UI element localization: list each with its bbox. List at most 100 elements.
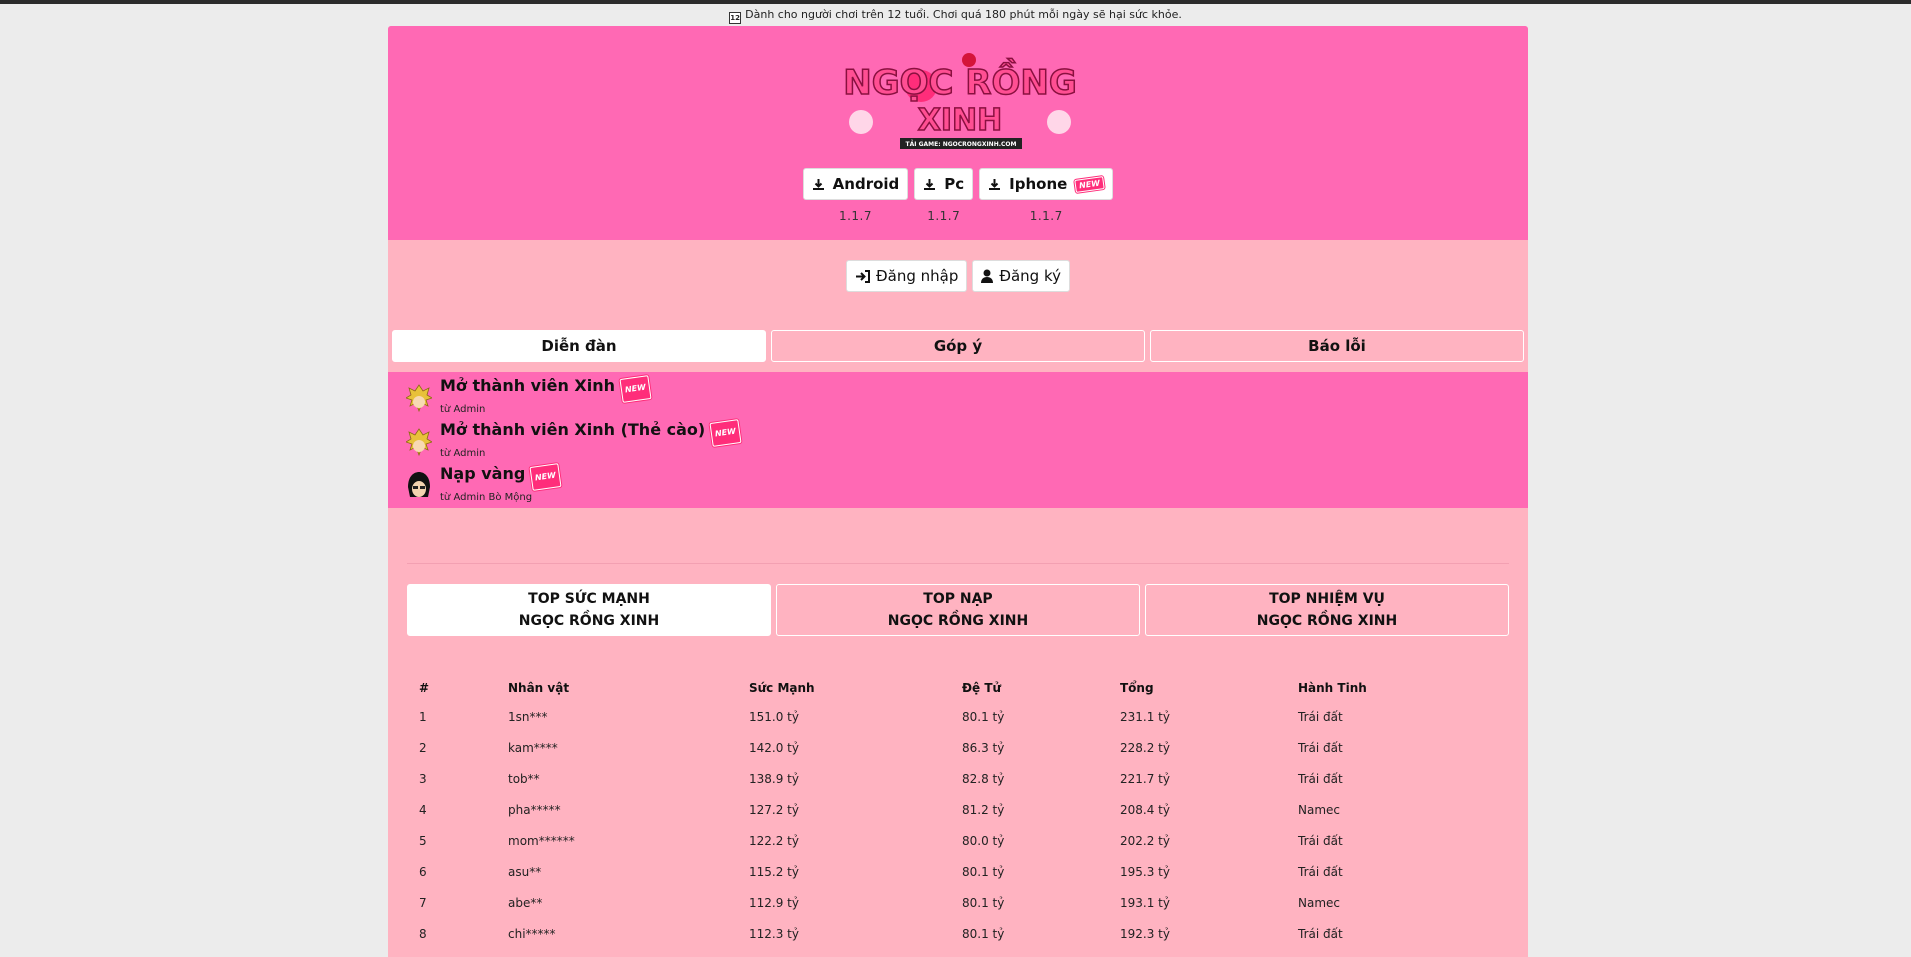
- table-cell: Trái đất: [1298, 740, 1343, 755]
- auth-row: Đăng nhập Đăng ký: [388, 260, 1528, 292]
- download-version: 1.1.7: [1029, 209, 1063, 223]
- age-notice-text: Dành cho người chơi trên 12 tuổi. Chơi q…: [745, 8, 1182, 21]
- table-cell: hai***: [496, 949, 737, 957]
- logo-decoration: [849, 110, 873, 134]
- table-cell: 112.3 tỷ: [749, 926, 799, 941]
- list-item[interactable]: Mở thành viên Xinh (Thẻ cào) NEW từ Admi…: [406, 419, 1528, 464]
- table-cell: 82.8 tỷ: [962, 771, 1005, 786]
- table-cell: Trái đất: [1298, 926, 1343, 941]
- table-cell: 80.1 tỷ: [962, 864, 1005, 879]
- site-header: NGỌC RỒNG XINH TẢI GAME: NGOCRONGXINH.CO…: [388, 26, 1528, 240]
- tab-feedback[interactable]: Góp ý: [771, 330, 1145, 362]
- post-title[interactable]: Nạp vàng NEW: [440, 463, 562, 491]
- table-cell: 202.2 tỷ: [1120, 833, 1170, 848]
- download-android-button[interactable]: Android: [802, 168, 909, 200]
- list-item[interactable]: Mở thành viên Xinh NEW từ Admin: [406, 375, 1528, 420]
- tab-bug-report[interactable]: Báo lỗi: [1150, 330, 1524, 362]
- post-title[interactable]: Mở thành viên Xinh (Thẻ cào) NEW: [440, 419, 742, 447]
- logo-decoration: [1047, 110, 1071, 134]
- table-cell: Namec: [1298, 802, 1340, 817]
- login-button[interactable]: Đăng nhập: [846, 260, 968, 292]
- rank-tab-line1: TOP SỨC MẠNH: [528, 591, 650, 607]
- new-badge: NEW: [1074, 175, 1106, 193]
- tab-forum[interactable]: Diễn đàn: [392, 330, 766, 362]
- post-title[interactable]: Mở thành viên Xinh NEW: [440, 375, 652, 403]
- ranking-tabs: TOP SỨC MẠNH NGỌC RỒNG XINH TOP NẠP NGỌC…: [407, 584, 1509, 636]
- table-row: 4 pha***** 127.2 tỷ 81.2 tỷ 208.4 tỷ Namec: [407, 794, 1509, 825]
- table-cell: Trái đất: [1298, 709, 1343, 724]
- list-item[interactable]: Nạp vàng NEW từ Admin Bò Mộng: [406, 463, 1528, 508]
- table-row: 1 1sn*** 151.0 tỷ 80.1 tỷ 231.1 tỷ Trái đất: [407, 701, 1509, 732]
- table-cell: pha*****: [508, 802, 561, 817]
- table-row: 9hai***111.7 tỷ80.4 tỷ192.1 tỷTrái đất: [407, 949, 1509, 957]
- table-cell: chi*****: [508, 926, 556, 941]
- table-row: 3 tob** 138.9 tỷ 82.8 tỷ 221.7 tỷ Trái đất: [407, 763, 1509, 794]
- ranking-table: # Nhân vật Sức Mạnh Đệ Tử Tổng Hành Tinh 1 1sn…: [407, 674, 1509, 957]
- new-badge: NEW: [709, 419, 742, 447]
- post-meta: từ Admin: [440, 448, 486, 459]
- table-row: 2 kam**** 142.0 tỷ 86.3 tỷ 228.2 tỷ Trái đất: [407, 732, 1509, 763]
- table-cell: 80.4 tỷ: [950, 949, 1108, 957]
- logo-sub: TẢI GAME: NGOCRONGXINH.COM: [906, 140, 1017, 148]
- column-header: Tổng: [1120, 680, 1154, 695]
- column-header: #: [419, 680, 430, 695]
- rank-tab-line1: TOP NHIỆM VỤ: [1269, 591, 1385, 607]
- table-header-row: # Nhân vật Sức Mạnh Đệ Tử Tổng Hành Tinh: [407, 674, 1509, 701]
- table-cell: 80.0 tỷ: [962, 833, 1005, 848]
- table-cell: Namec: [1298, 895, 1340, 910]
- table-cell: asu**: [508, 864, 542, 879]
- goku-avatar-icon: [406, 384, 432, 413]
- new-badge: NEW: [619, 375, 652, 403]
- table-cell: 138.9 tỷ: [749, 771, 799, 786]
- tab-top-topup[interactable]: TOP NẠP NGỌC RỒNG XINH: [776, 584, 1140, 636]
- table-cell: 3: [419, 771, 427, 786]
- table-cell: 221.7 tỷ: [1120, 771, 1170, 786]
- age-rating-icon: 12: [729, 12, 742, 24]
- table-cell: 228.2 tỷ: [1120, 740, 1170, 755]
- age-notice: 12 Dành cho người chơi trên 12 tuổi. Chơi…: [0, 8, 1911, 24]
- download-iphone-button[interactable]: Iphone NEW: [979, 168, 1114, 200]
- table-cell: 112.9 tỷ: [749, 895, 799, 910]
- table-cell: 192.1 tỷ: [1108, 949, 1286, 957]
- table-cell: 81.2 tỷ: [962, 802, 1005, 817]
- post-list: Mở thành viên Xinh NEW từ Admin Mở thành…: [388, 372, 1528, 508]
- table-row: 7 abe** 112.9 tỷ 80.1 tỷ 193.1 tỷ Namec: [407, 887, 1509, 918]
- table-header: # Nhân vật Sức Mạnh Đệ Tử Tổng Hành Tinh: [407, 674, 1509, 701]
- register-label: Đăng ký: [999, 267, 1061, 285]
- table-row: 5 mom****** 122.2 tỷ 80.0 tỷ 202.2 tỷ Trái đấ…: [407, 825, 1509, 856]
- table-cell: 208.4 tỷ: [1120, 802, 1170, 817]
- tab-top-quest[interactable]: TOP NHIỆM VỤ NGỌC RỒNG XINH: [1145, 584, 1509, 636]
- table-cell: Trái đất: [1298, 864, 1343, 879]
- download-iphone: Iphone NEW 1.1.7: [979, 168, 1114, 223]
- table-cell: 86.3 tỷ: [962, 740, 1005, 755]
- table-cell: abe**: [508, 895, 543, 910]
- table-cell: 80.1 tỷ: [962, 895, 1005, 910]
- logo-line2: XINH: [918, 103, 1003, 138]
- table-cell: 115.2 tỷ: [749, 864, 799, 879]
- table-cell: Trái đất: [1298, 771, 1343, 786]
- table-cell: 122.2 tỷ: [749, 833, 799, 848]
- post-meta: từ Admin: [440, 404, 486, 415]
- user-icon: [981, 269, 994, 283]
- goku-avatar-icon: [406, 428, 432, 457]
- download-pc-button[interactable]: Pc: [914, 168, 974, 200]
- register-button[interactable]: Đăng ký: [972, 260, 1070, 292]
- table-body: 1 1sn*** 151.0 tỷ 80.1 tỷ 231.1 tỷ Trái đất 2 k…: [407, 701, 1509, 957]
- table-cell: 142.0 tỷ: [749, 740, 799, 755]
- table-cell: 4: [419, 802, 427, 817]
- table-cell: 192.3 tỷ: [1120, 926, 1170, 941]
- tab-top-power[interactable]: TOP SỨC MẠNH NGỌC RỒNG XINH: [407, 584, 771, 636]
- forum-tabs: Diễn đàn Góp ý Báo lỗi: [392, 330, 1524, 362]
- table-cell: 8: [419, 926, 427, 941]
- browser-top-edge: [0, 0, 1911, 4]
- site-logo[interactable]: NGỌC RỒNG XINH TẢI GAME: NGOCRONGXINH.CO…: [837, 42, 1083, 154]
- table-cell: 7: [419, 895, 427, 910]
- download-row: Android 1.1.7 Pc 1.1.7 Iphone NEW 1.1.7: [388, 168, 1528, 223]
- table-cell: 1: [419, 709, 427, 724]
- table-cell: Trái đất: [1286, 949, 1509, 957]
- column-header: Nhân vật: [508, 680, 570, 695]
- section-divider: [407, 563, 1509, 564]
- login-label: Đăng nhập: [876, 267, 959, 285]
- download-version: 1.1.7: [838, 209, 872, 223]
- download-label: Android: [832, 175, 900, 193]
